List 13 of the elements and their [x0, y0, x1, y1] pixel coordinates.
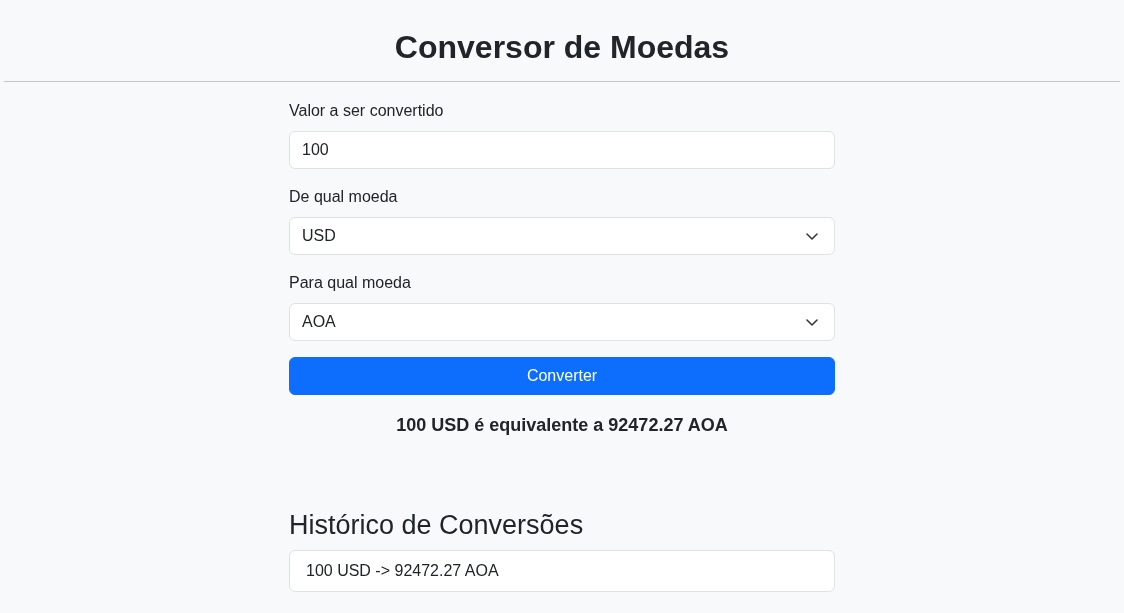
- chevron-down-icon: [806, 232, 818, 240]
- field-label: Valor a ser convertido: [289, 101, 444, 121]
- chevron-down-icon: [806, 318, 818, 326]
- history-item: 100 USD -> 92472.27 AOA: [289, 550, 835, 592]
- field-label: De qual moeda: [289, 187, 398, 207]
- currency-select[interactable]: AOA: [289, 303, 835, 341]
- conversion-result: 100 USD é equivalente a 92472.27 AOA: [395, 414, 729, 437]
- field-label: Para qual moeda: [289, 273, 411, 293]
- convert-button[interactable]: Converter: [289, 357, 835, 395]
- amount-input[interactable]: 100: [289, 131, 835, 169]
- currency-select[interactable]: USD: [289, 217, 835, 255]
- page-title: Conversor de Moedas: [394, 28, 730, 66]
- history-heading: Histórico de Conversões: [289, 509, 585, 542]
